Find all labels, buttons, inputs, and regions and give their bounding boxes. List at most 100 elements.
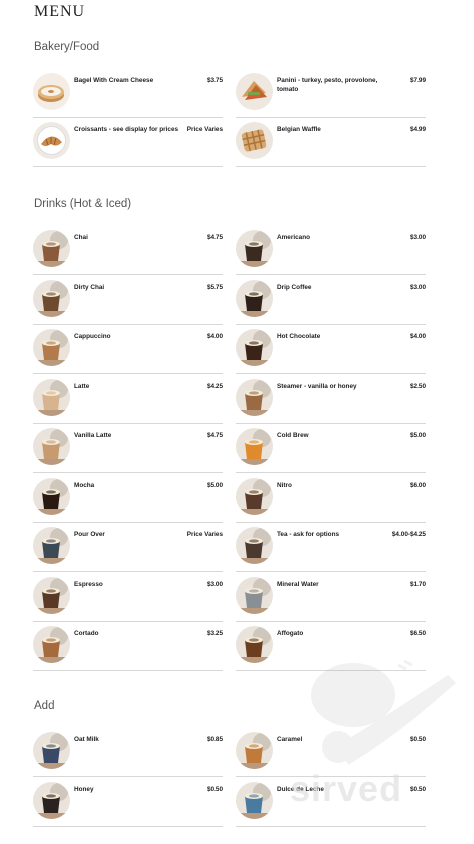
item-price: $7.99 — [410, 77, 426, 84]
item-price: $4.25 — [207, 382, 223, 390]
item-name: Chai — [74, 234, 88, 241]
section-title-drinks: Drinks (Hot & Iced) — [34, 198, 132, 210]
chai-photo — [33, 230, 70, 267]
menu-item[interactable]: Honey $0.50 — [33, 781, 223, 827]
menu-item[interactable]: Dirty Chai $5.75 — [33, 279, 223, 325]
item-name: Mocha — [74, 481, 95, 489]
item-price: $3.00 — [410, 234, 426, 241]
item-price: $5.00 — [410, 432, 426, 439]
item-name: Latte — [74, 382, 90, 390]
drip-coffee-photo — [236, 279, 273, 317]
item-price: $2.50 — [410, 382, 426, 390]
menu-item[interactable]: Mocha $5.00 — [33, 477, 223, 523]
item-price: Price Varies — [186, 126, 223, 133]
menu-item[interactable]: Oat Milk $0.85 — [33, 732, 223, 777]
item-price: $3.25 — [207, 630, 223, 637]
section-title-bakery: Bakery/Food — [34, 41, 100, 53]
item-name: Bagel With Cream Cheese — [74, 77, 154, 84]
cortado-photo — [33, 626, 70, 663]
nitro-photo — [236, 477, 273, 515]
item-name: Drip Coffee — [277, 283, 312, 291]
item-name: Belgian Waffle — [277, 126, 321, 133]
item-price: $4.00-$4.25 — [391, 531, 426, 538]
menu-item[interactable]: Steamer - vanilla or honey $2.50 — [236, 378, 426, 424]
item-name: Panini - turkey, pesto, provolone, tomat… — [277, 77, 378, 93]
croissant-photo — [33, 122, 70, 159]
section-title-add: Add — [34, 700, 55, 712]
item-price: Price Varies — [186, 531, 223, 538]
item-name: Americano — [277, 234, 311, 241]
menu-item[interactable]: Tea - ask for options $4.00-$4.25 — [236, 527, 426, 572]
menu-item[interactable]: Cortado $3.25 — [33, 626, 223, 671]
bagel-photo — [33, 73, 70, 110]
menu-item[interactable]: Belgian Waffle $4.99 — [236, 122, 426, 167]
item-name: Honey — [74, 785, 94, 793]
panini-photo — [236, 73, 273, 110]
item-name: Pour Over — [74, 531, 105, 538]
mocha-photo — [33, 477, 70, 515]
affogato-photo — [236, 626, 273, 663]
item-price: $5.75 — [207, 283, 223, 291]
menu-item[interactable]: Drip Coffee $3.00 — [236, 279, 426, 325]
hot-chocolate-photo — [236, 329, 273, 366]
menu-item[interactable]: Mineral Water $1.70 — [236, 576, 426, 622]
menu-item[interactable]: Vanilla Latte $4.75 — [33, 428, 223, 473]
menu-item[interactable]: Croissants - see display for prices Pric… — [33, 122, 223, 167]
espresso-photo — [33, 576, 70, 614]
menu-title: MENU — [34, 3, 86, 20]
honey-photo — [33, 781, 70, 819]
item-price: $4.00 — [410, 333, 426, 340]
waffle-photo — [236, 122, 273, 159]
item-name: Oat Milk — [74, 736, 99, 743]
item-name: Nitro — [277, 481, 292, 489]
tea-photo — [236, 527, 273, 564]
item-price: $6.00 — [410, 481, 426, 489]
menu-item[interactable]: Hot Chocolate $4.00 — [236, 329, 426, 374]
item-price: $3.75 — [207, 77, 223, 84]
mineral-water-photo — [236, 576, 273, 614]
menu-item[interactable]: Pour Over Price Varies — [33, 527, 223, 572]
item-name: Steamer - vanilla or honey — [277, 382, 357, 390]
item-name: Cappuccino — [74, 333, 111, 340]
menu-item[interactable]: Espresso $3.00 — [33, 576, 223, 622]
item-name: Hot Chocolate — [277, 333, 321, 340]
item-name: Croissants - see display for prices — [74, 126, 179, 133]
item-name: Affogato — [277, 630, 304, 637]
dirty-chai-photo — [33, 279, 70, 317]
menu-item[interactable]: Chai $4.75 — [33, 230, 223, 275]
americano-photo — [236, 230, 273, 267]
item-name: Tea - ask for options — [277, 531, 340, 538]
item-price: $6.50 — [410, 630, 426, 637]
item-price: $0.85 — [207, 736, 223, 743]
menu-item[interactable]: Panini - turkey, pesto, provolone, tomat… — [236, 73, 426, 118]
dulce-de-leche-photo — [236, 781, 273, 819]
menu-item[interactable]: Americano $3.00 — [236, 230, 426, 275]
oat-milk-photo — [33, 732, 70, 769]
item-name: Dirty Chai — [74, 283, 105, 291]
menu-item[interactable]: Cappuccino $4.00 — [33, 329, 223, 374]
pour-over-photo — [33, 527, 70, 564]
item-price: $0.50 — [207, 785, 223, 793]
item-price: $4.75 — [207, 234, 223, 241]
item-price: $3.00 — [207, 580, 223, 588]
item-name: Vanilla Latte — [74, 432, 112, 439]
item-price: $3.00 — [410, 283, 426, 291]
item-price: $1.70 — [410, 580, 426, 588]
watermark-text: sirved — [290, 768, 403, 809]
item-price: $5.00 — [207, 481, 223, 489]
steamer-photo — [236, 378, 273, 416]
item-name: Espresso — [74, 580, 103, 588]
cappuccino-photo — [33, 329, 70, 366]
menu-item[interactable]: Nitro $6.00 — [236, 477, 426, 523]
item-price: $4.00 — [207, 333, 223, 340]
menu-item[interactable]: Latte $4.25 — [33, 378, 223, 424]
menu-item[interactable]: Bagel With Cream Cheese $3.75 — [33, 73, 223, 118]
item-name: Mineral Water — [277, 580, 319, 588]
latte-photo — [33, 378, 70, 416]
item-name: Cortado — [74, 630, 99, 637]
menu-item[interactable]: Cold Brew $5.00 — [236, 428, 426, 473]
item-price: $4.99 — [410, 126, 426, 133]
item-name: Cold Brew — [277, 432, 309, 439]
vanilla-latte-photo — [33, 428, 70, 465]
item-price: $4.75 — [207, 432, 223, 439]
